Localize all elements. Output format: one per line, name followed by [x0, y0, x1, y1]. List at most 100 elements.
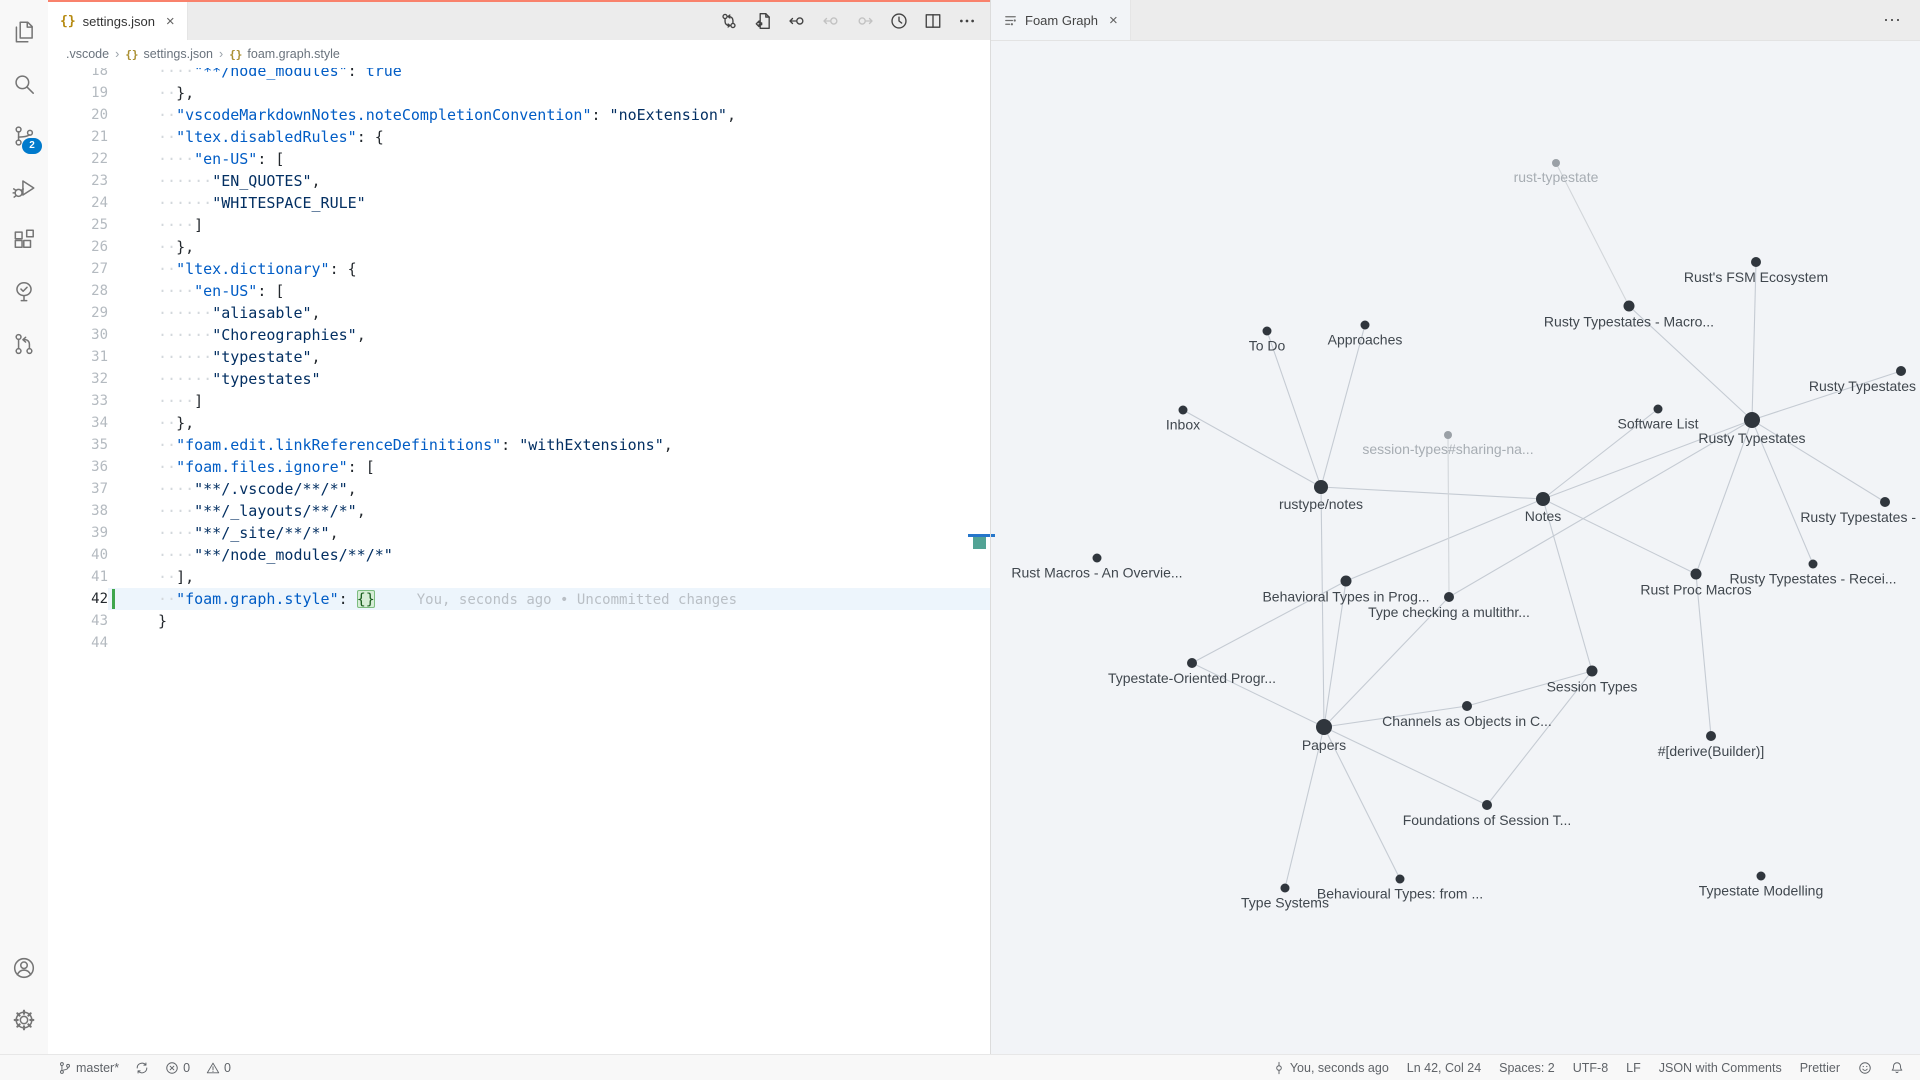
code-line-20[interactable]: 20··"vscodeMarkdownNotes.noteCompletionC… [48, 104, 990, 126]
graph-label-rust-typestate[interactable]: rust-typestate [1514, 169, 1599, 185]
status-feedback[interactable] [1858, 1061, 1872, 1075]
graph-node-rust-macros[interactable] [1093, 554, 1102, 563]
status-cursor-position[interactable]: Ln 42, Col 24 [1407, 1061, 1481, 1075]
status-indentation[interactable]: Spaces: 2 [1499, 1061, 1555, 1075]
code-line-23[interactable]: 23······"EN_QUOTES", [48, 170, 990, 192]
code-line-39[interactable]: 39····"**/_site/**/*", [48, 522, 990, 544]
code-line-30[interactable]: 30······"Choreographies", [48, 324, 990, 346]
source-control-icon[interactable]: 2 [0, 110, 48, 162]
status-language-mode[interactable]: JSON with Comments [1659, 1061, 1782, 1075]
graph-label-type-systems[interactable]: Type Systems [1241, 895, 1329, 911]
graph-node-rt-macro[interactable] [1624, 301, 1635, 312]
graph-label-rt-recei[interactable]: Rusty Typestates - Recei... [1729, 571, 1896, 587]
foam-graph-canvas[interactable]: rust-typestate Rust's FSM Ecosystem Rusty … [991, 41, 1920, 1054]
run-debug-icon[interactable] [0, 162, 48, 214]
panel-more-actions[interactable]: ⋯ [1883, 0, 1920, 40]
code-line-37[interactable]: 37····"**/.vscode/**/*", [48, 478, 990, 500]
status-eol[interactable]: LF [1626, 1061, 1641, 1075]
code-line-42[interactable]: 42··"foam.graph.style": {}You, seconds a… [48, 588, 990, 610]
graph-label-fsm[interactable]: Rust's FSM Ecosystem [1684, 269, 1828, 285]
graph-node-typestate-oriented[interactable] [1187, 658, 1197, 668]
graph-node-foundations[interactable] [1482, 800, 1492, 810]
graph-node-typestate-modelling[interactable] [1757, 872, 1766, 881]
settings-icon[interactable] [0, 994, 48, 1046]
graph-label-rustype-notes[interactable]: rustype/notes [1279, 496, 1363, 512]
status-sync[interactable] [135, 1061, 149, 1075]
code-line-38[interactable]: 38····"**/_layouts/**/*", [48, 500, 990, 522]
graph-node-behavioral[interactable] [1341, 576, 1352, 587]
graph-label-software-list[interactable]: Software List [1618, 416, 1699, 432]
graph-node-software-list[interactable] [1654, 405, 1663, 414]
graph-node-approaches[interactable] [1361, 321, 1370, 330]
panel-tab-close-icon[interactable]: × [1109, 12, 1118, 29]
graph-node-session-anchor[interactable] [1444, 431, 1452, 439]
code-line-28[interactable]: 28····"en-US": [ [48, 280, 990, 302]
status-gitlens-blame[interactable]: You, seconds ago [1272, 1061, 1389, 1075]
graph-label-notes[interactable]: Notes [1525, 508, 1562, 524]
graph-node-rt-recei[interactable] [1809, 560, 1818, 569]
graph-label-derive-builder[interactable]: #[derive(Builder)] [1658, 743, 1765, 759]
graph-label-approaches[interactable]: Approaches [1328, 332, 1403, 348]
graph-node-todo[interactable] [1263, 327, 1272, 336]
code-editor[interactable]: 18····"**/node_modules": true19··},20··"… [48, 60, 990, 1054]
more-actions-icon[interactable] [958, 12, 976, 30]
status-warnings[interactable]: 0 [206, 1061, 231, 1075]
graph-label-type-checking[interactable]: Type checking a multithr... [1368, 604, 1530, 620]
tree-check-icon[interactable] [0, 266, 48, 318]
code-line-40[interactable]: 40····"**/node_modules/**/*" [48, 544, 990, 566]
graph-label-rt-right[interactable]: Rusty Typestates - [1800, 509, 1916, 525]
graph-label-todo[interactable]: To Do [1249, 338, 1286, 354]
graph-node-rustype-notes[interactable] [1314, 480, 1328, 494]
graph-label-session-anchor[interactable]: session-types#sharing-na... [1362, 441, 1533, 457]
editor-split-sash[interactable] [990, 0, 991, 1054]
graph-node-channels[interactable] [1462, 701, 1472, 711]
graph-label-rust-proc[interactable]: Rust Proc Macros [1640, 582, 1751, 598]
status-git-branch[interactable]: master* [58, 1061, 119, 1075]
graph-node-rust-typestate[interactable] [1552, 159, 1560, 167]
tab-settings-json[interactable]: {} settings.json × [48, 2, 188, 40]
search-icon[interactable] [0, 58, 48, 110]
code-line-41[interactable]: 41··], [48, 566, 990, 588]
graph-label-foundations[interactable]: Foundations of Session T... [1403, 812, 1572, 828]
code-line-21[interactable]: 21··"ltex.disabledRules": { [48, 126, 990, 148]
graph-label-behavioral[interactable]: Behavioral Types in Prog... [1262, 589, 1429, 605]
graph-label-rust-macros[interactable]: Rust Macros - An Overvie... [1011, 565, 1182, 581]
graph-label-channels[interactable]: Channels as Objects in C... [1382, 713, 1552, 729]
graph-node-rt-top[interactable] [1896, 366, 1906, 376]
graph-label-rt-top[interactable]: Rusty Typestates [1809, 378, 1916, 394]
graph-node-fsm[interactable] [1751, 257, 1761, 267]
graph-node-rust-proc[interactable] [1691, 569, 1702, 580]
graph-label-behavioural-from[interactable]: Behavioural Types: from ... [1317, 886, 1483, 902]
code-line-43[interactable]: 43} [48, 610, 990, 632]
status-errors[interactable]: 0 [165, 1061, 190, 1075]
knowledge-graph[interactable]: rust-typestate Rust's FSM Ecosystem Rusty … [991, 41, 1920, 1054]
code-line-22[interactable]: 22····"en-US": [ [48, 148, 990, 170]
previous-change-icon[interactable] [788, 12, 806, 30]
breadcrumb-item[interactable]: .vscode [66, 47, 109, 61]
code-line-24[interactable]: 24······"WHITESPACE_RULE" [48, 192, 990, 214]
graph-label-inbox[interactable]: Inbox [1166, 417, 1200, 433]
code-line-33[interactable]: 33····] [48, 390, 990, 412]
graph-label-papers[interactable]: Papers [1302, 737, 1346, 753]
graph-label-typestate-oriented[interactable]: Typestate-Oriented Progr... [1108, 670, 1276, 686]
split-editor-icon[interactable] [924, 12, 942, 30]
code-line-25[interactable]: 25····] [48, 214, 990, 236]
code-line-27[interactable]: 27··"ltex.dictionary": { [48, 258, 990, 280]
graph-node-papers[interactable] [1316, 719, 1332, 735]
graph-node-derive-builder[interactable] [1706, 731, 1716, 741]
status-encoding[interactable]: UTF-8 [1573, 1061, 1608, 1075]
graph-label-rt-hub[interactable]: Rusty Typestates [1698, 430, 1805, 446]
explorer-icon[interactable] [0, 6, 48, 58]
graph-label-typestate-modelling[interactable]: Typestate Modelling [1699, 883, 1824, 899]
graph-node-behavioural-from[interactable] [1396, 875, 1405, 884]
code-line-34[interactable]: 34··}, [48, 412, 990, 434]
code-line-26[interactable]: 26··}, [48, 236, 990, 258]
graph-label-session-types[interactable]: Session Types [1547, 679, 1638, 695]
extensions-icon[interactable] [0, 214, 48, 266]
graph-node-type-checking[interactable] [1444, 592, 1454, 602]
tab-close-icon[interactable]: × [166, 13, 175, 30]
code-line-31[interactable]: 31······"typestate", [48, 346, 990, 368]
code-line-36[interactable]: 36··"foam.files.ignore": [ [48, 456, 990, 478]
code-line-19[interactable]: 19··}, [48, 82, 990, 104]
breadcrumb-item[interactable]: {}foam.graph.style [229, 47, 340, 61]
